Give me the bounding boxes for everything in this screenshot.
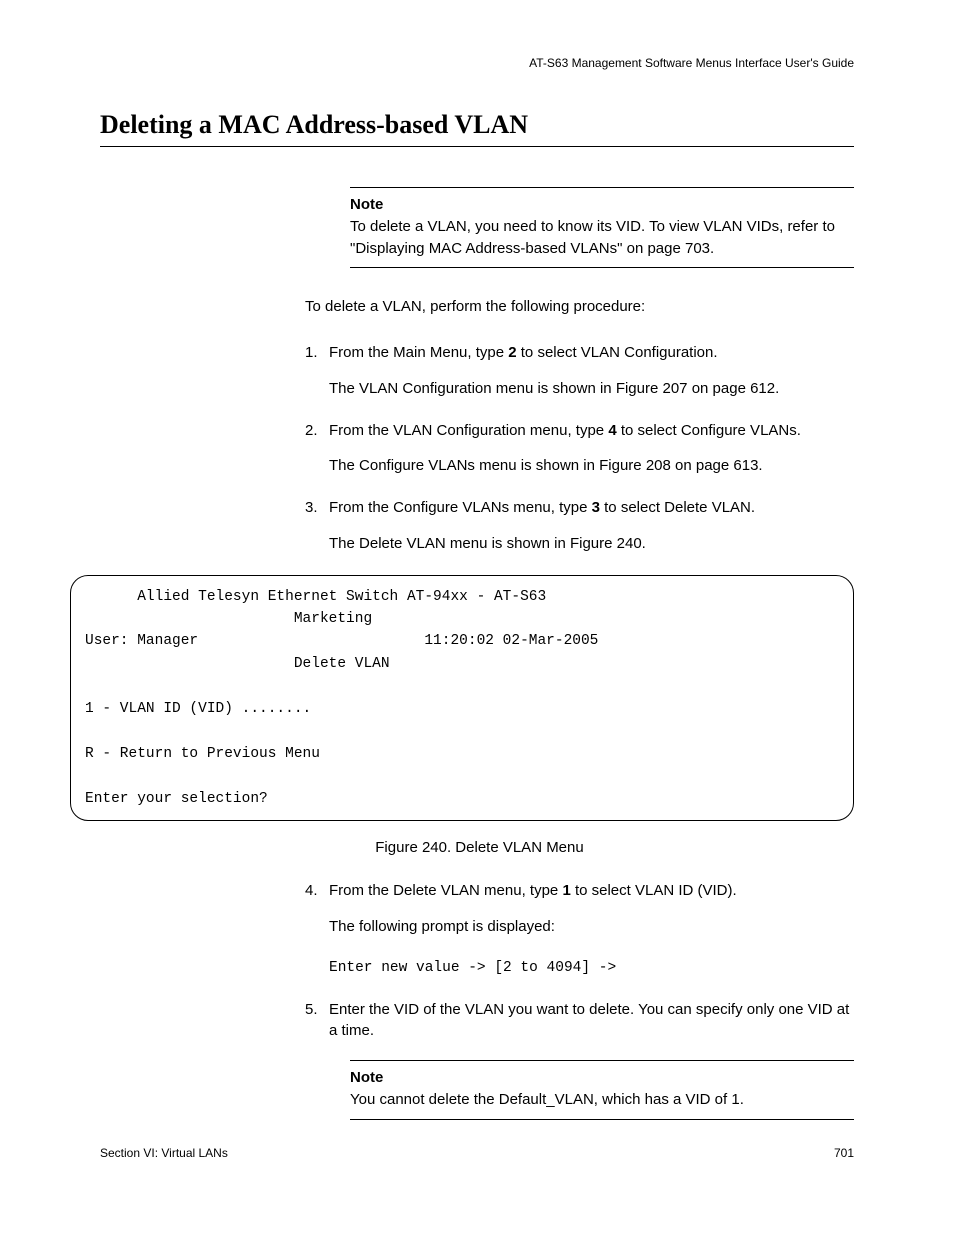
header-guide-title: AT-S63 Management Software Menus Interfa…	[529, 56, 854, 70]
step-3: 3. From the Configure VLANs menu, type 3…	[305, 497, 854, 519]
intro-paragraph: To delete a VLAN, perform the following …	[305, 296, 854, 318]
note-label: Note	[350, 1069, 383, 1086]
note-text: To delete a VLAN, you need to know its V…	[350, 218, 835, 257]
footer-section: Section VI: Virtual LANs	[100, 1146, 228, 1160]
figure-caption: Figure 240. Delete VLAN Menu	[105, 839, 854, 856]
prompt-mono: Enter new value -> [2 to 4094] ->	[329, 958, 854, 979]
section-title: Deleting a MAC Address-based VLAN	[100, 110, 854, 140]
step-text: From the Main Menu, type 2 to select VLA…	[329, 342, 854, 364]
terminal-box: Allied Telesyn Ethernet Switch AT-94xx -…	[70, 575, 854, 822]
body-column: Note To delete a VLAN, you need to know …	[305, 187, 854, 1120]
terminal-line: Marketing	[85, 611, 372, 627]
step-text: Enter the VID of the VLAN you want to de…	[329, 999, 854, 1043]
terminal-line: User: Manager 11:20:02 02-Mar-2005	[85, 633, 598, 649]
step-number: 4.	[305, 880, 329, 902]
step-1-sub: The VLAN Configuration menu is shown in …	[329, 378, 854, 400]
step-2: 2. From the VLAN Configuration menu, typ…	[305, 420, 854, 442]
title-rule	[100, 146, 854, 147]
step-1: 1. From the Main Menu, type 2 to select …	[305, 342, 854, 364]
step-4: 4. From the Delete VLAN menu, type 1 to …	[305, 880, 854, 902]
step-text: From the Configure VLANs menu, type 3 to…	[329, 497, 854, 519]
note-label: Note	[350, 196, 383, 213]
footer-page-number: 701	[834, 1146, 854, 1160]
note-text: You cannot delete the Default_VLAN, whic…	[350, 1091, 744, 1108]
step-text: From the VLAN Configuration menu, type 4…	[329, 420, 854, 442]
terminal-line: Delete VLAN	[85, 656, 390, 672]
terminal-line: R - Return to Previous Menu	[85, 746, 320, 762]
page-content: Deleting a MAC Address-based VLAN Note T…	[100, 110, 854, 1148]
note-box-1: Note To delete a VLAN, you need to know …	[350, 187, 854, 268]
step-3-sub: The Delete VLAN menu is shown in Figure …	[329, 533, 854, 555]
step-number: 1.	[305, 342, 329, 364]
terminal-line: Enter your selection?	[85, 791, 268, 807]
step-text: From the Delete VLAN menu, type 1 to sel…	[329, 880, 854, 902]
step-2-sub: The Configure VLANs menu is shown in Fig…	[329, 455, 854, 477]
step-number: 3.	[305, 497, 329, 519]
terminal-line: 1 - VLAN ID (VID) ........	[85, 701, 311, 717]
step-4-sub: The following prompt is displayed:	[329, 916, 854, 938]
terminal-line: Allied Telesyn Ethernet Switch AT-94xx -…	[85, 589, 546, 605]
note-box-2: Note You cannot delete the Default_VLAN,…	[350, 1060, 854, 1120]
step-number: 5.	[305, 999, 329, 1043]
step-5: 5. Enter the VID of the VLAN you want to…	[305, 999, 854, 1043]
step-number: 2.	[305, 420, 329, 442]
